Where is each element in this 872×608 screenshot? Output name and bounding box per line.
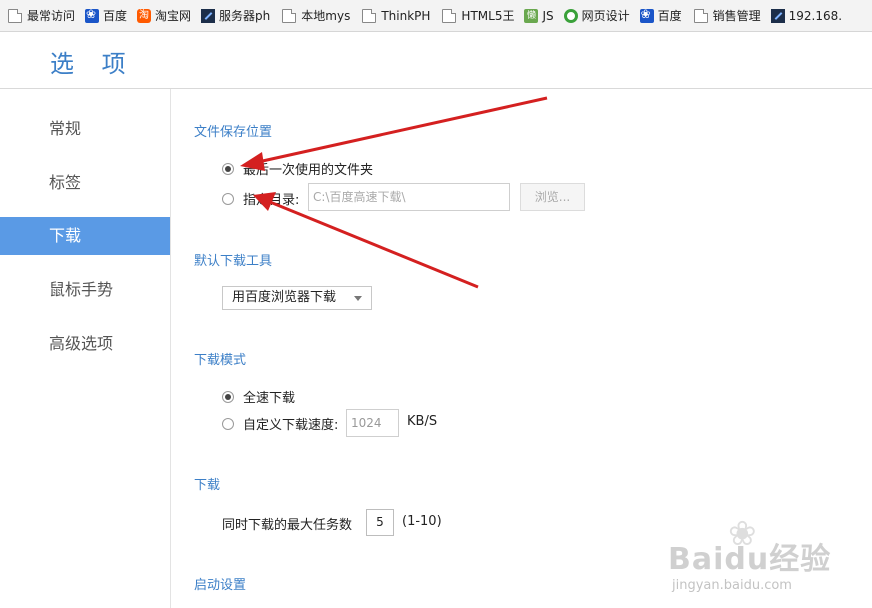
download-tool-select[interactable]: 用百度浏览器下载 (222, 286, 372, 310)
radio-specify-dir[interactable] (222, 192, 234, 205)
page-icon (8, 8, 22, 23)
sidebar: 常规 标签 下载 鼠标手势 高级选项 (0, 89, 171, 608)
bookmark-thinkphp[interactable]: ThinkPH (360, 8, 430, 23)
option-last-folder-label: 最后一次使用的文件夹 (243, 163, 374, 178)
option-last-folder[interactable]: 最后一次使用的文件夹 (222, 159, 373, 178)
options-header: 选 项 (0, 32, 872, 89)
section-startup-title: 启动设置 (194, 578, 247, 593)
bookmark-html5[interactable]: HTML5王 (440, 7, 514, 24)
section-default-tool-title: 默认下载工具 (194, 254, 273, 269)
chevron-down-icon (354, 296, 362, 301)
page-icon (693, 8, 708, 23)
bookmark-baidu[interactable]: 百度 (85, 7, 127, 24)
radio-custom-speed[interactable] (222, 417, 234, 430)
bookmark-server-php[interactable]: 服务器ph (201, 7, 270, 24)
option-custom-speed-label: 自定义下载速度: (243, 418, 339, 433)
bookmark-sales[interactable]: 销售管理 (692, 7, 761, 24)
max-tasks-label: 同时下载的最大任务数 (222, 518, 353, 533)
bookmark-local-mysql[interactable]: 本地mys (280, 7, 350, 24)
page-icon (442, 8, 457, 23)
zend-icon (770, 8, 785, 23)
section-file-save-title: 文件保存位置 (194, 125, 273, 140)
radio-last-folder[interactable] (222, 162, 234, 175)
lazy-icon: 懒 (524, 8, 539, 23)
max-tasks-range: (1-10) (402, 514, 442, 529)
watermark-logo: Baidu经验 (668, 542, 832, 577)
taobao-icon: 淘 (137, 8, 152, 23)
download-dir-input[interactable]: C:\百度高速下载\ (308, 183, 510, 211)
baidu-jingyan-watermark: ❀ Baidu经验 jingyan.baidu.com (668, 514, 868, 604)
max-tasks-input[interactable]: 5 (366, 509, 394, 536)
sidebar-item-advanced[interactable]: 高级选项 (0, 325, 170, 363)
download-tool-selected: 用百度浏览器下载 (232, 290, 337, 305)
baidu-paw-icon (639, 7, 654, 23)
leaf-icon (563, 8, 578, 23)
sidebar-item-download[interactable]: 下载 (0, 217, 170, 255)
bookmark-baidu-2[interactable]: 百度 (639, 7, 682, 24)
page-title: 选 项 (50, 50, 136, 78)
watermark-url: jingyan.baidu.com (672, 578, 792, 593)
section-download-title: 下载 (194, 478, 221, 493)
option-custom-speed[interactable]: 自定义下载速度: (222, 414, 338, 433)
baidu-paw-icon (85, 7, 100, 23)
option-full-speed[interactable]: 全速下载 (222, 387, 295, 406)
zend-icon (201, 8, 216, 23)
option-specify-dir-label: 指定目录: (243, 193, 300, 208)
page-icon (282, 8, 297, 23)
bookmark-taobao[interactable]: 淘淘宝网 (137, 7, 191, 24)
option-specify-dir[interactable]: 指定目录: (222, 189, 299, 208)
sidebar-item-tabs[interactable]: 标签 (0, 164, 170, 202)
bookmark-js[interactable]: 懒 JS (524, 8, 554, 23)
sidebar-item-mouse-gestures[interactable]: 鼠标手势 (0, 271, 170, 309)
radio-full-speed[interactable] (222, 390, 234, 403)
speed-input[interactable]: 1024 (346, 409, 399, 437)
section-download-mode-title: 下载模式 (194, 353, 247, 368)
bookmarks-bar: 最常访问 百度 淘淘宝网 服务器ph 本地mys ThinkPH HTML5王 … (0, 0, 872, 32)
sidebar-item-general[interactable]: 常规 (0, 110, 170, 148)
browse-button[interactable]: 浏览... (520, 183, 585, 211)
bookmark-most-visited[interactable]: 最常访问 (6, 7, 75, 24)
bookmark-web-design[interactable]: 网页设计 (563, 7, 630, 24)
bookmark-ip[interactable]: 192.168. (770, 8, 842, 23)
speed-unit: KB/S (407, 414, 438, 429)
page-icon (362, 8, 377, 23)
option-full-speed-label: 全速下载 (243, 391, 296, 406)
